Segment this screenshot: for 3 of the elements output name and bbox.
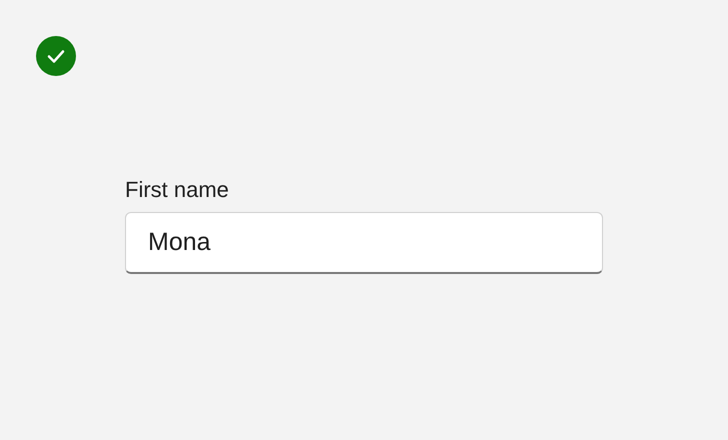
check-icon — [36, 36, 76, 76]
first-name-field[interactable]: Mona — [125, 212, 603, 274]
field-label: First name — [125, 176, 230, 204]
